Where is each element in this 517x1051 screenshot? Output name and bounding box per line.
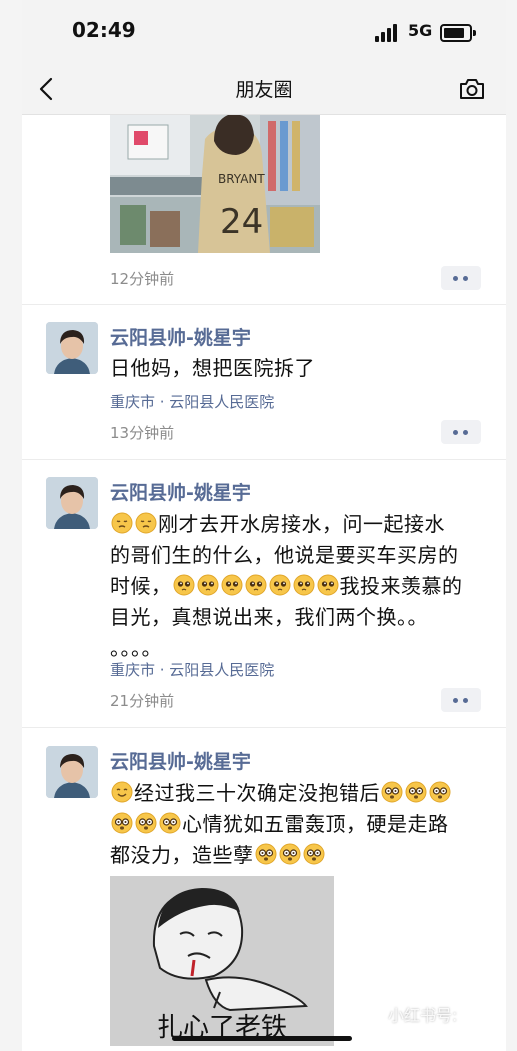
text-line: 的哥们生的什么，他说是要买车买房的 bbox=[110, 543, 459, 567]
author-name[interactable]: 云阳县帅-姚星宇 bbox=[110, 478, 251, 505]
dizzy-emoji-icon bbox=[255, 843, 277, 865]
svg-text:24: 24 bbox=[220, 202, 263, 242]
more-options-button[interactable] bbox=[441, 420, 481, 444]
chevron-left-icon[interactable] bbox=[36, 76, 58, 102]
pleading-emoji-icon bbox=[269, 574, 291, 596]
pensive-emoji-icon bbox=[135, 512, 157, 534]
post-time: 12分钟前 bbox=[110, 270, 175, 288]
dizzy-emoji-icon bbox=[111, 812, 133, 834]
text-line: 心情犹如五雷轰顶，硬是走路 bbox=[110, 809, 490, 840]
smile-emoji-icon bbox=[111, 781, 133, 803]
pleading-emoji-icon bbox=[317, 574, 339, 596]
text-line: 时候， 我投来羡慕的 bbox=[110, 574, 463, 598]
post-location[interactable]: 重庆市 · 云阳县人民医院 bbox=[110, 391, 274, 412]
dizzy-emoji-icon bbox=[381, 781, 403, 803]
pleading-emoji-row bbox=[172, 574, 340, 598]
dizzy-emoji-icon bbox=[279, 843, 301, 865]
pensive-emoji-icon bbox=[111, 512, 133, 534]
post-text: 日他妈，想把医院拆了 bbox=[110, 356, 315, 380]
text-line: 目光，真想说出来，我们两个换。。 bbox=[110, 605, 428, 629]
text-line: 经过我三十次确定没抱错后 bbox=[110, 778, 490, 809]
battery-level bbox=[444, 28, 464, 38]
signal-icon bbox=[375, 24, 401, 42]
network-label: 5G bbox=[408, 21, 433, 40]
post-location[interactable]: 重庆市 · 云阳县人民医院 bbox=[110, 659, 274, 680]
post-text: 经过我三十次确定没抱错后 心情犹如五雷轰顶，硬是走路 都没力，造些孽 bbox=[110, 778, 490, 871]
divider bbox=[22, 727, 506, 728]
more-options-button[interactable] bbox=[441, 688, 481, 712]
pleading-emoji-icon bbox=[221, 574, 243, 596]
phone-screen: 02:49 5G 朋友圈 BRYANT 24 12分钟前 云阳县帅-姚星宇 日他… bbox=[22, 0, 506, 1051]
post-time: 21分钟前 bbox=[110, 692, 175, 710]
watermark: 小红书号: bbox=[388, 1006, 458, 1025]
status-time: 02:49 bbox=[72, 18, 136, 42]
pleading-emoji-icon bbox=[293, 574, 315, 596]
pleading-emoji-icon bbox=[173, 574, 195, 596]
nav-bar: 朋友圈 bbox=[22, 64, 506, 115]
pleading-emoji-icon bbox=[245, 574, 267, 596]
post-time: 13分钟前 bbox=[110, 424, 175, 442]
dizzy-emoji-icon bbox=[429, 781, 451, 803]
more-options-button[interactable] bbox=[441, 266, 481, 290]
home-indicator[interactable] bbox=[172, 1036, 352, 1041]
text-line: 刚才去开水房接水，问一起接水 bbox=[110, 509, 490, 540]
pleading-emoji-icon bbox=[197, 574, 219, 596]
camera-icon[interactable] bbox=[458, 77, 486, 101]
post-photo[interactable]: BRYANT 24 bbox=[110, 115, 320, 253]
avatar[interactable] bbox=[46, 477, 98, 529]
text-line: 都没力，造些孽 bbox=[110, 840, 490, 871]
author-name[interactable]: 云阳县帅-姚星宇 bbox=[110, 747, 251, 774]
sticker-image[interactable]: 扎心了老铁 bbox=[110, 876, 334, 1046]
author-name[interactable]: 云阳县帅-姚星宇 bbox=[110, 323, 251, 350]
divider bbox=[22, 304, 506, 305]
dizzy-emoji-icon bbox=[159, 812, 181, 834]
avatar[interactable] bbox=[46, 746, 98, 798]
battery-icon bbox=[440, 24, 476, 42]
post-text: 刚才去开水房接水，问一起接水 的哥们生的什么，他说是要买车买房的 时候， 我投来羡… bbox=[110, 509, 490, 664]
avatar[interactable] bbox=[46, 322, 98, 374]
dizzy-emoji-icon bbox=[405, 781, 427, 803]
dizzy-emoji-icon bbox=[135, 812, 157, 834]
svg-text:BRYANT: BRYANT bbox=[218, 172, 265, 186]
divider bbox=[22, 459, 506, 460]
page-title: 朋友圈 bbox=[235, 79, 293, 101]
status-bar: 02:49 5G bbox=[22, 0, 506, 64]
dizzy-emoji-icon bbox=[303, 843, 325, 865]
